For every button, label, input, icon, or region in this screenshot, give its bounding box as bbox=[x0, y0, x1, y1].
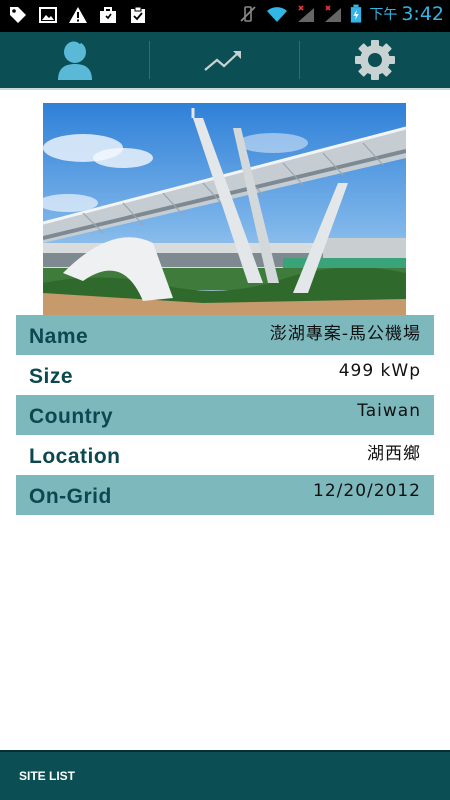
field-value: 499 kWp bbox=[338, 361, 421, 381]
info-row-country: Country Taiwan bbox=[16, 395, 434, 435]
tab-profile[interactable] bbox=[0, 32, 150, 88]
battery-charging-icon bbox=[351, 4, 362, 23]
field-value: Taiwan bbox=[357, 401, 421, 421]
tab-trend[interactable] bbox=[150, 32, 300, 88]
status-bar: 下午 3:42 bbox=[0, 0, 450, 32]
image-icon bbox=[39, 7, 57, 23]
clipboard-check-icon bbox=[131, 6, 145, 23]
field-label: Size bbox=[29, 364, 74, 388]
site-info-table: Name 澎湖專案-馬公機場 Size 499 kWp Country Taiw… bbox=[16, 315, 434, 515]
clock: 3:42 bbox=[401, 3, 444, 25]
person-icon bbox=[58, 38, 92, 80]
signal-x-icon bbox=[325, 5, 342, 22]
site-photo bbox=[43, 103, 406, 315]
system-icons: 下午 3:42 bbox=[238, 3, 444, 25]
tag-icon bbox=[10, 7, 26, 23]
notification-icons bbox=[8, 5, 148, 25]
warning-icon bbox=[69, 7, 87, 23]
tab-settings[interactable] bbox=[300, 32, 450, 88]
field-value: 12/20/2012 bbox=[313, 481, 421, 501]
wifi-icon bbox=[267, 7, 288, 22]
briefcase-icon bbox=[100, 7, 116, 23]
info-row-size: Size 499 kWp bbox=[16, 355, 434, 395]
time-period: 下午 bbox=[369, 7, 398, 23]
info-row-name: Name 澎湖專案-馬公機場 bbox=[16, 315, 434, 355]
info-row-location: Location 湖西鄉 bbox=[16, 435, 434, 475]
trend-chart-icon bbox=[204, 51, 241, 71]
field-label: Location bbox=[29, 444, 121, 468]
field-label: On-Grid bbox=[29, 484, 112, 508]
field-label: Country bbox=[29, 404, 113, 428]
vibrate-mute-icon bbox=[240, 6, 256, 22]
bottom-action-bar: SITE LIST bbox=[0, 750, 450, 800]
field-value: 湖西鄉 bbox=[367, 443, 421, 464]
gear-icon bbox=[355, 40, 395, 80]
top-tab-bar bbox=[0, 32, 450, 88]
signal-x-icon bbox=[298, 5, 315, 22]
field-value: 澎湖專案-馬公機場 bbox=[269, 323, 421, 344]
info-row-on-grid: On-Grid 12/20/2012 bbox=[16, 475, 434, 515]
tab-bar-underline bbox=[0, 88, 450, 90]
field-label: Name bbox=[29, 324, 89, 348]
site-list-button[interactable]: SITE LIST bbox=[19, 769, 75, 783]
